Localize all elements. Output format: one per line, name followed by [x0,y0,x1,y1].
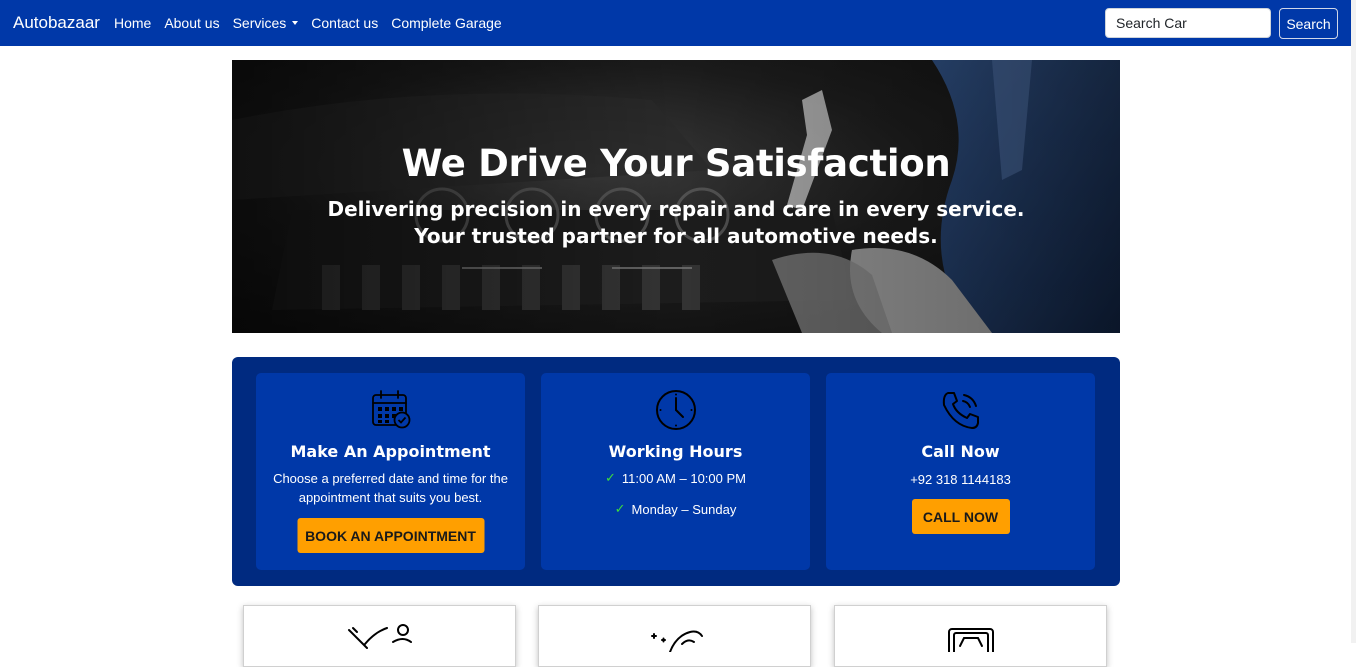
call-now-card: Call Now +92 318 1144183 CALL NOW [826,373,1095,570]
page-scrollbar[interactable] [1351,0,1356,643]
calendar-icon [371,390,410,429]
appointment-title: Make An Appointment [290,442,491,461]
service-card-interior[interactable] [834,605,1107,667]
appointment-description: Choose a preferred date and time for the… [273,471,508,505]
hero-subtitle: Delivering precision in every repair and… [232,196,1120,250]
nav-complete-garage[interactable]: Complete Garage [391,15,502,31]
hero-title: We Drive Your Satisfaction [401,142,951,185]
days-text: Monday – Sunday [631,501,737,517]
info-panel: Make An Appointment Choose a preferred d… [232,357,1120,586]
service-card-car-wash[interactable] [538,605,811,667]
top-navbar: Autobazaar Home About us Services Contac… [0,0,1351,46]
clock-icon [655,390,696,430]
car-wash-icon [650,630,703,652]
search-button[interactable]: Search [1279,8,1338,39]
nav-home[interactable]: Home [114,15,151,31]
chevron-down-icon [292,21,299,25]
hours-row: ✓ 11:00 AM – 10:00 PM [541,470,810,486]
book-appointment-button[interactable]: BOOK AN APPOINTMENT [297,518,484,553]
appointment-card: Make An Appointment Choose a preferred d… [256,373,525,570]
hero-subtitle-line-1: Delivering precision in every repair and… [327,197,1025,221]
call-now-title: Call Now [921,442,1000,461]
days-row: ✓ Monday – Sunday [541,501,810,517]
hours-text: 11:00 AM – 10:00 PM [621,470,746,486]
mechanic-icon [347,624,412,649]
hero-banner: We Drive Your Satisfaction Delivering pr… [232,60,1120,333]
checkmark-icon: ✓ [614,501,626,516]
nav-about-us[interactable]: About us [164,15,219,31]
hero-subtitle-line-2: Your trusted partner for all automotive … [414,224,938,248]
nav-services-label: Services [232,15,287,31]
nav-services-dropdown[interactable]: Services [233,15,299,31]
phone-icon [942,392,979,429]
phone-number[interactable]: +92 318 1144183 [838,470,1083,489]
service-card-mechanic[interactable] [243,605,516,667]
brand-logo[interactable]: Autobazaar [13,13,100,33]
working-hours-title: Working Hours [608,442,743,461]
checkmark-icon: ✓ [605,470,616,485]
search-input[interactable] [1105,8,1271,38]
car-interior-icon [947,628,994,652]
nav-contact-us[interactable]: Contact us [311,15,378,31]
working-hours-card: Working Hours ✓ 11:00 AM – 10:00 PM ✓ Mo… [541,373,810,570]
call-now-button[interactable]: CALL NOW [911,499,1010,534]
